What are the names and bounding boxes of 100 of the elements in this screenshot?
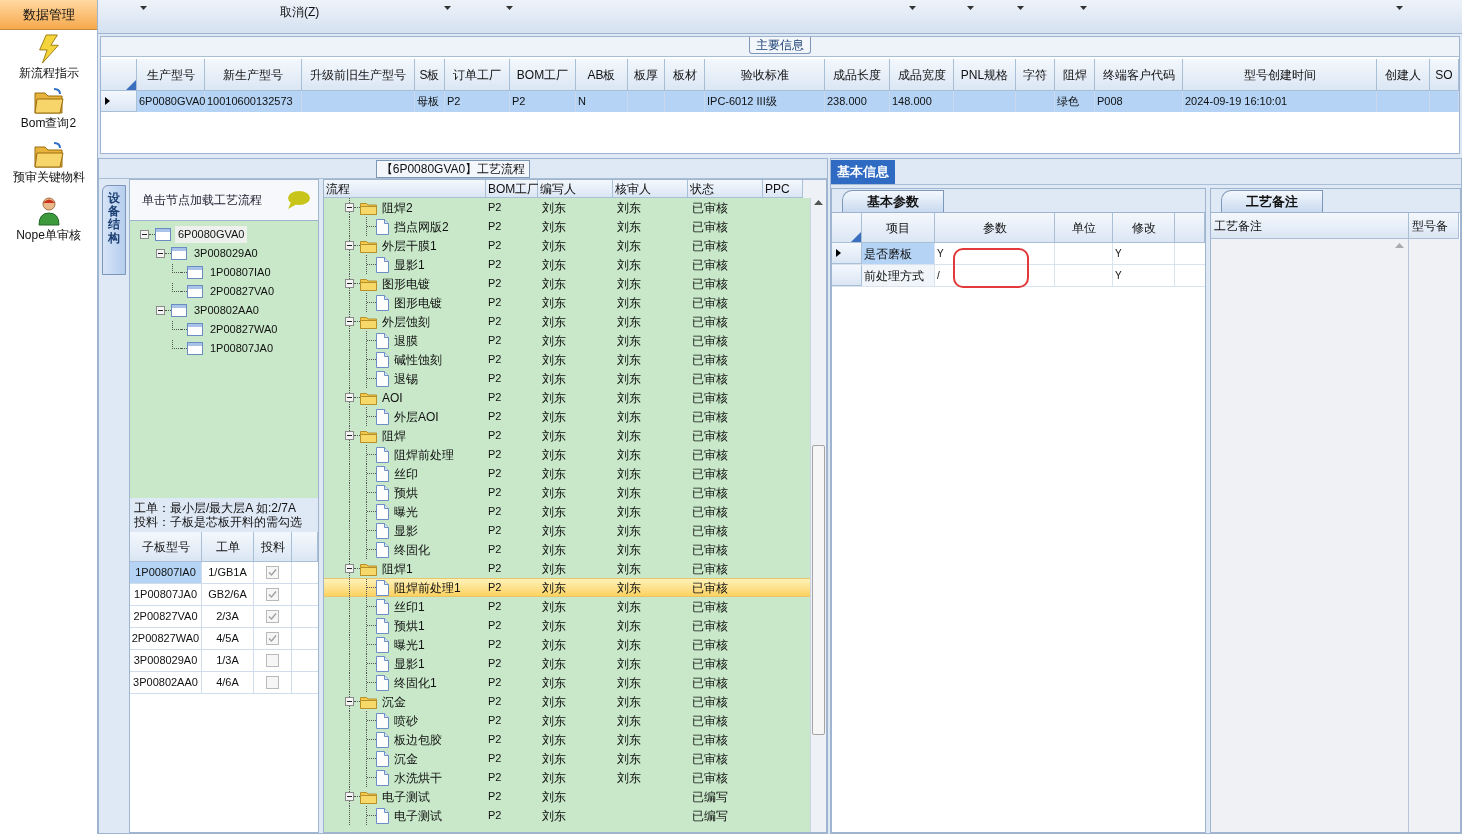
- flow-row[interactable]: 丝印1 P2 刘东 刘东 已审核: [324, 597, 810, 616]
- flow-row[interactable]: 阻焊前处理 P2 刘东 刘东 已审核: [324, 445, 810, 464]
- table-cell[interactable]: 3P00802AA0: [130, 672, 202, 693]
- flow-row[interactable]: 曝光 P2 刘东 刘东 已审核: [324, 502, 810, 521]
- dropdown-caret-icon[interactable]: [506, 6, 514, 10]
- checkbox[interactable]: [266, 610, 279, 623]
- column-header[interactable]: 修改: [1113, 213, 1175, 243]
- flow-row[interactable]: 丝印 P2 刘东 刘东 已审核: [324, 464, 810, 483]
- flow-row[interactable]: 终固化 P2 刘东 刘东 已审核: [324, 540, 810, 559]
- flow-row[interactable]: 图形电镀 P2 刘东 刘东 已审核: [324, 293, 810, 312]
- dropdown-caret-icon[interactable]: [967, 6, 975, 10]
- scrollbar[interactable]: [810, 198, 826, 832]
- flow-row[interactable]: 沉金 P2 刘东 刘东 已审核: [324, 749, 810, 768]
- collapse-icon[interactable]: [345, 317, 354, 326]
- table-cell[interactable]: 2P00827VA0: [130, 606, 202, 627]
- row-header[interactable]: [832, 243, 862, 264]
- column-header[interactable]: 工单: [202, 532, 254, 562]
- flow-row[interactable]: 显影1 P2 刘东 刘东 已审核: [324, 654, 810, 673]
- flow-row[interactable]: 阻焊 P2 刘东 刘东 已审核: [324, 426, 810, 445]
- tree-node[interactable]: 3P00802AA0: [191, 302, 262, 319]
- checkbox[interactable]: [266, 588, 279, 601]
- table-row[interactable]: 6P0080GVA0 10010600132573 母板 P2 P2 N IPC-6012 III级 238.000 148.000 绿色 P008 2024-09-19 16:10:01: [101, 91, 1459, 112]
- column-header[interactable]: PNL规格: [954, 59, 1016, 91]
- column-header[interactable]: 创建人: [1377, 59, 1430, 91]
- column-header[interactable]: AB板: [576, 59, 628, 91]
- collapse-icon[interactable]: [156, 249, 165, 258]
- column-header[interactable]: 核审人: [613, 180, 688, 198]
- flow-row[interactable]: 电子测试 P2 刘东 已编写: [324, 787, 810, 806]
- column-header[interactable]: 型号备: [1409, 213, 1459, 239]
- column-header[interactable]: 升级前旧生产型号: [302, 59, 415, 91]
- column-header[interactable]: 验收标准: [705, 59, 825, 91]
- collapse-icon[interactable]: [345, 393, 354, 402]
- column-header[interactable]: 新生产型号: [205, 59, 302, 91]
- flow-row[interactable]: 板边包胶 P2 刘东 刘东 已审核: [324, 730, 810, 749]
- tree-node[interactable]: 2P00827WA0: [207, 321, 281, 338]
- column-header[interactable]: 编写人: [538, 180, 613, 198]
- column-header[interactable]: 项目: [862, 213, 935, 243]
- column-header[interactable]: PPC: [763, 180, 803, 198]
- checkbox[interactable]: [266, 654, 279, 667]
- column-header[interactable]: SO: [1430, 59, 1459, 91]
- tab[interactable]: 工艺备注: [1221, 190, 1323, 212]
- dropdown-caret-icon[interactable]: [909, 6, 917, 10]
- column-header[interactable]: 成品宽度: [890, 59, 954, 91]
- sidebar-header[interactable]: 数据管理: [0, 0, 97, 30]
- table-cell[interactable]: 2P00827WA0: [130, 628, 202, 649]
- collapse-icon[interactable]: [345, 431, 354, 440]
- flow-row[interactable]: 挡点网版2 P2 刘东 刘东 已审核: [324, 217, 810, 236]
- column-header[interactable]: 阻焊: [1055, 59, 1095, 91]
- tree-node[interactable]: 6P0080GVA0: [175, 226, 248, 243]
- flow-row[interactable]: 阻焊前处理1 P2 刘东 刘东 已审核: [324, 578, 810, 597]
- sidebar-item[interactable]: 新流程指示: [0, 34, 97, 82]
- column-header[interactable]: 流程: [324, 180, 486, 198]
- flow-row[interactable]: 水洗烘干 P2 刘东 刘东 已审核: [324, 768, 810, 787]
- tree-node[interactable]: 2P00827VA0: [207, 283, 278, 300]
- column-header[interactable]: 状态: [688, 180, 763, 198]
- sidebar-item[interactable]: Nope单审核: [0, 196, 97, 244]
- flow-row[interactable]: 沉金 P2 刘东 刘东 已审核: [324, 692, 810, 711]
- column-header[interactable]: 参数: [935, 213, 1055, 243]
- flow-row[interactable]: 曝光1 P2 刘东 刘东 已审核: [324, 635, 810, 654]
- sidebar-item[interactable]: 预审关键物料: [0, 142, 97, 190]
- column-header[interactable]: 字符: [1016, 59, 1055, 91]
- flow-row[interactable]: 终固化1 P2 刘东 刘东 已审核: [324, 673, 810, 692]
- column-header[interactable]: 型号创建时间: [1183, 59, 1377, 91]
- table-cell[interactable]: 3P008029A0: [130, 650, 202, 671]
- collapse-icon[interactable]: [345, 203, 354, 212]
- table-cell[interactable]: 1P00807IA0: [130, 562, 202, 583]
- flow-row[interactable]: 预烘1 P2 刘东 刘东 已审核: [324, 616, 810, 635]
- column-header[interactable]: BOM工厂: [510, 59, 576, 91]
- flow-row[interactable]: 外层蚀刻 P2 刘东 刘东 已审核: [324, 312, 810, 331]
- column-header[interactable]: 单位: [1055, 213, 1113, 243]
- tab[interactable]: 基本信息: [831, 160, 895, 184]
- tab[interactable]: 基本参数: [842, 190, 944, 212]
- dropdown-caret-icon[interactable]: [1080, 6, 1088, 10]
- collapse-icon[interactable]: [140, 230, 149, 239]
- collapse-icon[interactable]: [345, 241, 354, 250]
- flow-row[interactable]: 外层AOI P2 刘东 刘东 已审核: [324, 407, 810, 426]
- flow-row[interactable]: 退锡 P2 刘东 刘东 已审核: [324, 369, 810, 388]
- flow-row[interactable]: 显影1 P2 刘东 刘东 已审核: [324, 255, 810, 274]
- column-header[interactable]: 终端客户代码: [1095, 59, 1183, 91]
- column-header[interactable]: S板: [415, 59, 445, 91]
- flow-row[interactable]: 图形电镀 P2 刘东 刘东 已审核: [324, 274, 810, 293]
- collapse-icon[interactable]: [345, 564, 354, 573]
- row-header[interactable]: [101, 91, 137, 112]
- dropdown-caret-icon[interactable]: [1396, 6, 1404, 10]
- column-header[interactable]: 板材: [665, 59, 705, 91]
- cancel-button[interactable]: 取消(Z): [280, 3, 320, 21]
- column-header[interactable]: 子板型号: [130, 532, 202, 562]
- flow-row[interactable]: AOI P2 刘东 刘东 已审核: [324, 388, 810, 407]
- side-tab[interactable]: 设备结构: [102, 185, 126, 275]
- flow-row[interactable]: 显影 P2 刘东 刘东 已审核: [324, 521, 810, 540]
- column-header[interactable]: 订单工厂: [445, 59, 510, 91]
- flow-row[interactable]: 喷砂 P2 刘东 刘东 已审核: [324, 711, 810, 730]
- table-cell[interactable]: 1P00807JA0: [130, 584, 202, 605]
- flow-row[interactable]: 阻焊2 P2 刘东 刘东 已审核: [324, 198, 810, 217]
- flow-row[interactable]: 退膜 P2 刘东 刘东 已审核: [324, 331, 810, 350]
- column-header[interactable]: 生产型号: [137, 59, 205, 91]
- dropdown-caret-icon[interactable]: [140, 6, 147, 10]
- checkbox[interactable]: [266, 566, 279, 579]
- tree-node[interactable]: 1P00807JA0: [207, 340, 276, 357]
- checkbox[interactable]: [266, 676, 279, 689]
